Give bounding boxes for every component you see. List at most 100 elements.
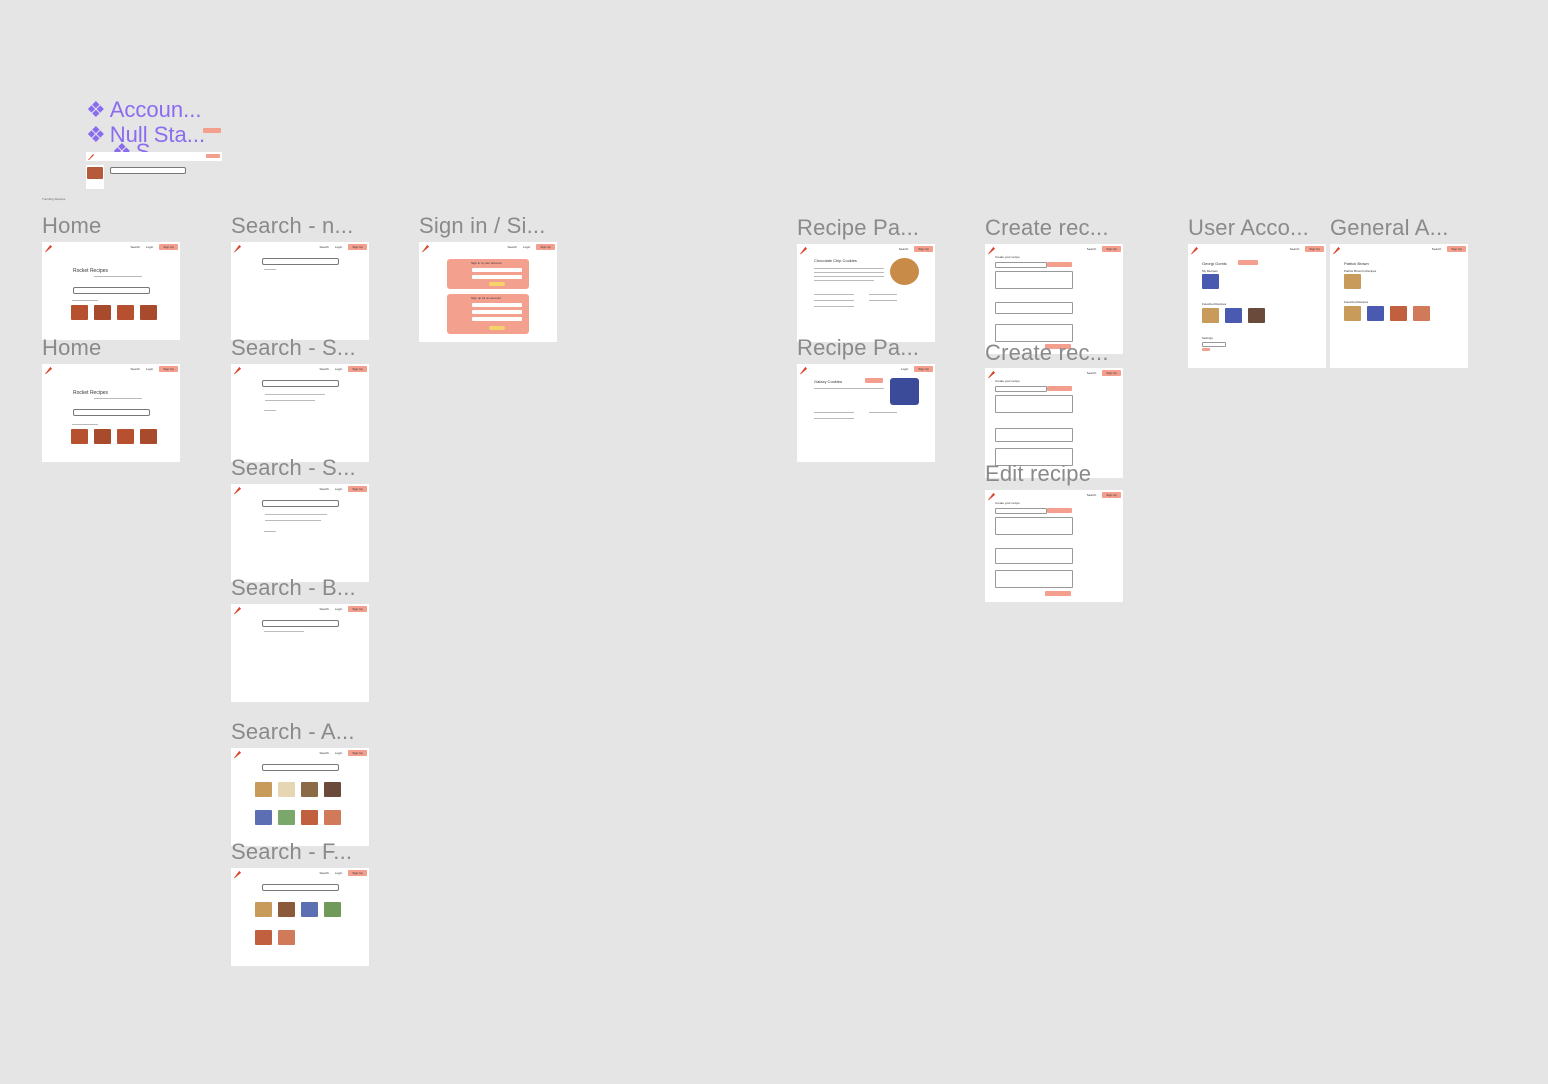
search-input[interactable]	[262, 258, 339, 265]
upload-image-button[interactable]	[1047, 386, 1072, 391]
password-field[interactable]	[472, 275, 522, 279]
frame-label-search-a[interactable]: Search - A...	[231, 719, 355, 745]
ingredients-field[interactable]	[995, 428, 1073, 442]
upload-image-button[interactable]	[1047, 508, 1072, 513]
frame-search-null[interactable]: Search Login Sign Up	[231, 242, 369, 340]
search-input[interactable]	[262, 380, 339, 387]
frame-recipe-2[interactable]: Login Sign Up Galaxy Cookies	[797, 364, 935, 462]
confirm-password-field[interactable]	[472, 317, 522, 321]
description-field[interactable]	[995, 395, 1073, 413]
frame-label-user-account[interactable]: User Acco...	[1188, 215, 1309, 241]
frame-label-signin[interactable]: Sign in / Si...	[419, 213, 546, 239]
recipe-thumbnail[interactable]	[324, 782, 341, 797]
recipe-name-field[interactable]	[995, 262, 1047, 268]
filter-row[interactable]	[265, 394, 325, 395]
recipe-thumbnail[interactable]	[1202, 274, 1219, 289]
recipe-thumbnail[interactable]	[1225, 308, 1242, 323]
password-field[interactable]	[472, 310, 522, 314]
frame-label-recipe-2[interactable]: Recipe Pa...	[797, 335, 919, 361]
frame-edit[interactable]: Search Sign Up Create your recipe	[985, 490, 1123, 602]
frame-label-create-2[interactable]: Create rec...	[985, 340, 1109, 366]
search-input[interactable]	[262, 884, 339, 891]
frame-label-search-b[interactable]: Search - B...	[231, 575, 356, 601]
frame-search-b[interactable]: Search Login Sign Up	[231, 604, 369, 702]
frame-general-account[interactable]: Search Sign Up Patrick Brown Patrick Brow…	[1330, 244, 1468, 368]
frame-label-edit[interactable]: Edit recipe	[985, 461, 1091, 487]
frame-recipe-1[interactable]: Search Sign Up Chocolate Chip Cookies	[797, 244, 935, 342]
recipe-name-field[interactable]	[995, 386, 1047, 392]
recipe-thumbnail[interactable]	[1344, 274, 1361, 289]
frame-create-1[interactable]: Search Sign Up Create your recipe	[985, 244, 1123, 354]
component-preview-account[interactable]	[203, 128, 221, 133]
description-field[interactable]	[995, 517, 1073, 535]
recipe-thumbnail[interactable]	[1413, 306, 1430, 321]
recipe-thumbnail[interactable]	[1390, 306, 1407, 321]
recipe-thumbnail[interactable]	[140, 429, 157, 444]
filter-row[interactable]	[265, 400, 315, 401]
recipe-thumbnail[interactable]	[278, 930, 295, 945]
submit-button[interactable]	[489, 326, 505, 330]
recipe-name-field[interactable]	[995, 508, 1047, 514]
frame-label-search-null[interactable]: Search - n...	[231, 213, 353, 239]
search-input[interactable]	[73, 287, 150, 294]
frame-label-search-s1[interactable]: Search - S...	[231, 335, 356, 361]
recipe-thumbnail[interactable]	[1202, 308, 1219, 323]
search-input[interactable]	[262, 500, 339, 507]
search-input[interactable]	[73, 409, 150, 416]
recipe-thumbnail[interactable]	[278, 782, 295, 797]
recipe-thumbnail[interactable]	[94, 429, 111, 444]
recipe-thumbnail[interactable]	[255, 902, 272, 917]
frame-label-recipe-1[interactable]: Recipe Pa...	[797, 215, 919, 241]
instructions-field[interactable]	[995, 570, 1073, 588]
frame-search-f[interactable]: Search Login Sign Up	[231, 868, 369, 966]
filter-row[interactable]	[265, 520, 321, 521]
recipe-thumbnail[interactable]	[1248, 308, 1265, 323]
settings-field[interactable]	[1202, 342, 1226, 347]
frame-label-home-2[interactable]: Home	[42, 335, 102, 361]
upload-image-button[interactable]	[1047, 262, 1072, 267]
ingredients-field[interactable]	[995, 548, 1073, 564]
frame-label-home[interactable]: Home	[42, 213, 102, 239]
settings-button[interactable]	[1202, 348, 1210, 351]
recipe-thumbnail[interactable]	[278, 810, 295, 825]
ingredients-field[interactable]	[995, 302, 1073, 314]
recipe-thumbnail[interactable]	[1344, 306, 1361, 321]
update-recipe-button[interactable]	[1045, 591, 1071, 596]
edit-recipe-button[interactable]	[865, 378, 883, 383]
filter-row[interactable]	[265, 514, 327, 515]
frame-signin[interactable]: Search Login Sign Up Sign in to your accou…	[419, 242, 557, 342]
component-label-account[interactable]: ❖ Accoun...	[86, 97, 201, 123]
recipe-thumbnail[interactable]	[278, 902, 295, 917]
recipe-thumbnail[interactable]	[94, 305, 111, 320]
frame-home-2[interactable]: Search Login Sign Up Rocket Recipes	[42, 364, 180, 462]
username-field[interactable]	[472, 303, 522, 307]
frame-search-a[interactable]: Search Login Sign Up	[231, 748, 369, 846]
description-field[interactable]	[995, 271, 1073, 289]
component-preview-search[interactable]	[86, 165, 186, 193]
frame-label-search-f[interactable]: Search - F...	[231, 839, 352, 865]
recipe-thumbnail[interactable]	[255, 810, 272, 825]
search-input[interactable]	[262, 620, 339, 627]
frame-label-search-s2[interactable]: Search - S...	[231, 455, 356, 481]
recipe-thumbnail[interactable]	[140, 305, 157, 320]
component-preview-nav[interactable]	[86, 152, 222, 161]
recipe-thumbnail[interactable]	[324, 902, 341, 917]
recipe-thumbnail[interactable]	[117, 305, 134, 320]
frame-search-s2[interactable]: Search Login Sign Up	[231, 484, 369, 582]
frame-label-general-account[interactable]: General A...	[1330, 215, 1449, 241]
username-field[interactable]	[472, 268, 522, 272]
frame-home[interactable]: Search Login Sign Up Rocket Recipes	[42, 242, 180, 340]
sign-out-button[interactable]	[1238, 260, 1258, 265]
recipe-thumbnail[interactable]	[71, 305, 88, 320]
recipe-thumbnail[interactable]	[255, 930, 272, 945]
recipe-thumbnail[interactable]	[301, 810, 318, 825]
recipe-thumbnail[interactable]	[117, 429, 134, 444]
recipe-thumbnail[interactable]	[301, 902, 318, 917]
recipe-thumbnail[interactable]	[255, 782, 272, 797]
search-input[interactable]	[262, 764, 339, 771]
frame-label-create-1[interactable]: Create rec...	[985, 215, 1109, 241]
submit-button[interactable]	[489, 282, 505, 286]
recipe-thumbnail[interactable]	[1367, 306, 1384, 321]
recipe-thumbnail[interactable]	[301, 782, 318, 797]
recipe-thumbnail[interactable]	[324, 810, 341, 825]
